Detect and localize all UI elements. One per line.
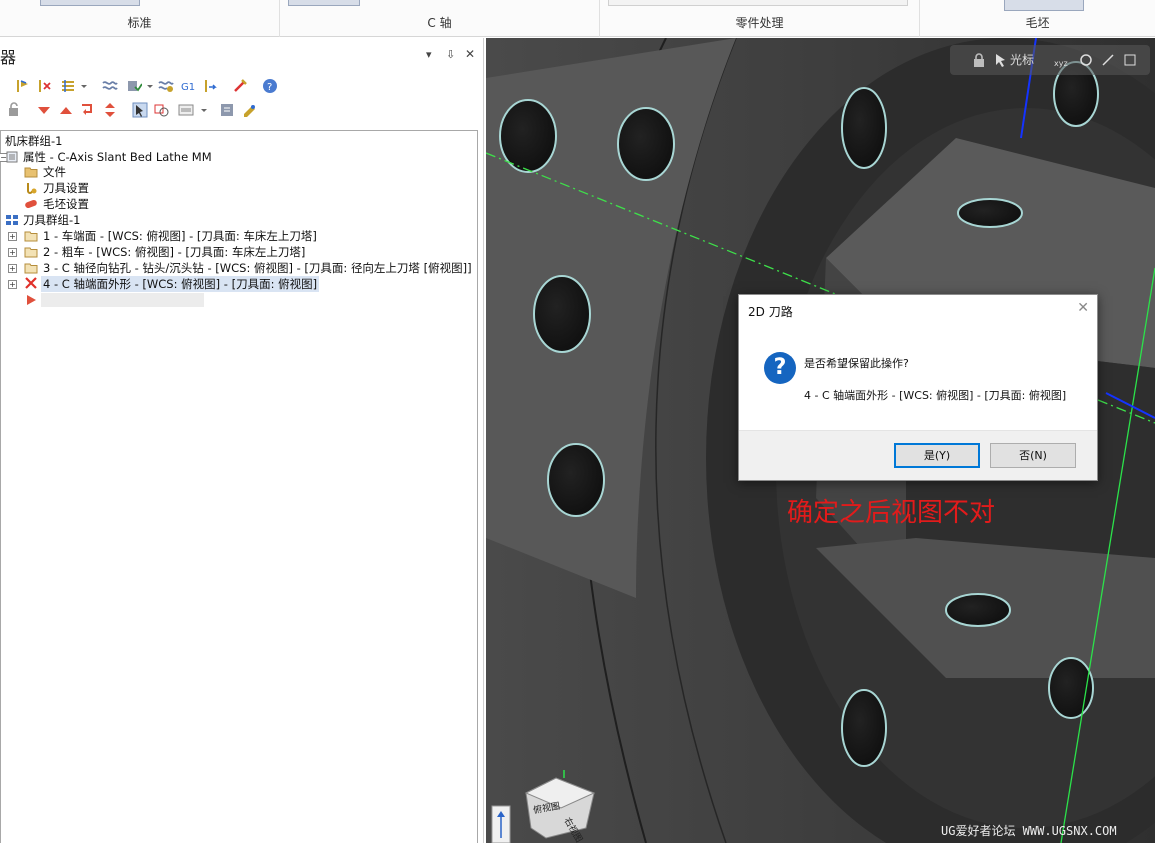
dialog-question: 是否希望保留此操作? — [804, 357, 909, 370]
ribbon-group-label: 毛坯 — [1025, 16, 1050, 30]
verify-icon[interactable] — [126, 78, 142, 94]
ribbon-group-label: 标准 — [127, 16, 152, 30]
show-selected-icon[interactable] — [132, 102, 148, 118]
select-toolpaths-icon[interactable] — [14, 78, 30, 94]
insert-position-bar — [41, 293, 204, 307]
keep-operation-dialog: 2D 刀路 ✕ ? 是否希望保留此操作? 4 - C 轴端面外形 - [WCS:… — [738, 294, 1098, 481]
question-icon: ? — [764, 352, 796, 384]
move-down-icon[interactable] — [36, 102, 52, 118]
tree-node-properties[interactable]: 属性 - C-Axis Slant Bed Lathe MM — [23, 149, 212, 165]
tree-expander[interactable]: + — [8, 264, 17, 273]
app-window: 标准 C 轴 零件处理 毛坯 器 ▾ ⇩ ✕ G1 ? 机床群组-1 − 属性 … — [0, 0, 1155, 843]
backplot-icon[interactable] — [158, 78, 174, 94]
viewport-quick-toolbar: 光标 xyz — [950, 45, 1150, 75]
stock-model-icon[interactable] — [242, 102, 258, 118]
help-icon[interactable]: ? — [262, 78, 278, 94]
dialog-close-icon[interactable]: ✕ — [1077, 300, 1089, 316]
folder-icon — [24, 263, 38, 274]
cursor-snap-icon[interactable] — [994, 52, 1008, 68]
ribbon-group-c-axis[interactable]: C 轴 — [280, 0, 600, 37]
panel-menu-button[interactable]: ▾ — [426, 48, 432, 61]
panel-pin-button[interactable]: ⇩ — [446, 48, 455, 61]
properties-icon — [6, 151, 18, 163]
svg-text:?: ? — [267, 82, 272, 93]
no-button[interactable]: 否(N) — [990, 443, 1076, 468]
tree-node-stock-settings[interactable]: 毛坯设置 — [43, 196, 89, 212]
tree-node-operation-1[interactable]: 1 - 车端面 - [WCS: 俯视图] - [刀具面: 车床左上刀塔] — [43, 228, 317, 244]
folder-icon — [24, 247, 38, 258]
snap-grid-icon[interactable] — [1122, 52, 1138, 68]
cursor-snap-label[interactable]: 光标 — [1010, 51, 1034, 68]
simulate-icon[interactable] — [102, 78, 118, 94]
tool-settings-icon — [27, 183, 37, 194]
stock-settings-icon — [25, 199, 37, 209]
panel-toolbar-row-2 — [0, 99, 300, 123]
post-output-icon[interactable] — [202, 78, 218, 94]
folder-icon — [24, 167, 38, 178]
folder-icon — [24, 231, 38, 242]
view-options-icon[interactable] — [178, 102, 198, 118]
operations-tree: 机床群组-1 − 属性 - C-Axis Slant Bed Lathe MM … — [0, 130, 478, 843]
toolpath-editor-icon[interactable] — [220, 102, 236, 118]
dropdown-arrow-icon[interactable] — [200, 102, 208, 118]
panel-toolbar-row-1: G1 ? — [0, 75, 300, 99]
g1-post-icon[interactable]: G1 — [180, 78, 196, 94]
svg-text:G1: G1 — [181, 82, 195, 93]
tree-expander[interactable]: + — [8, 232, 17, 241]
dialog-button-bar: 是(Y) 否(N) — [739, 430, 1097, 480]
tree-node-files[interactable]: 文件 — [43, 164, 66, 180]
display-toggle-icon[interactable] — [154, 102, 170, 118]
annotation-text: 确定之后视图不对 — [787, 498, 996, 528]
insert-arrow-icon — [27, 295, 36, 305]
tree-node-toolpath-group[interactable]: 刀具群组-1 — [23, 212, 80, 228]
toolpath-manager-panel: 器 ▾ ⇩ ✕ G1 ? 机床群组-1 − 属性 - C-Axis Slant … — [0, 38, 484, 843]
panel-close-button[interactable]: ✕ — [465, 47, 475, 61]
yes-button[interactable]: 是(Y) — [894, 443, 980, 468]
regenerate-icon[interactable] — [60, 78, 76, 94]
dropdown-arrow-icon[interactable] — [146, 78, 154, 94]
dialog-title: 2D 刀路 — [748, 305, 793, 319]
toolpath-group-icon — [6, 215, 18, 225]
snap-point-icon[interactable] — [1100, 52, 1116, 68]
scroll-to-insert-icon[interactable] — [102, 102, 118, 118]
tree-expander[interactable]: + — [8, 280, 17, 289]
tree-node-tool-settings[interactable]: 刀具设置 — [43, 180, 89, 196]
ribbon-group-label: C 轴 — [427, 16, 452, 30]
up-arrow-widget[interactable] — [491, 805, 511, 843]
insert-arrow-icon[interactable] — [80, 102, 96, 118]
tree-node-machine-group[interactable]: 机床群组-1 — [5, 133, 62, 149]
tree-node-operation-2[interactable]: 2 - 粗车 - [WCS: 俯视图] - [刀具面: 车床左上刀塔] — [43, 244, 305, 260]
dropdown-arrow-icon[interactable] — [80, 78, 88, 94]
tree-expander[interactable]: + — [8, 248, 17, 257]
lock-toolpath-icon[interactable] — [6, 102, 22, 118]
ribbon-group-part-processing[interactable]: 零件处理 — [600, 0, 920, 37]
panel-title: 器 — [0, 48, 17, 67]
svg-text:xyz: xyz — [1054, 59, 1068, 68]
highspeed-icon[interactable] — [232, 78, 248, 94]
xyz-coordinates-icon[interactable]: xyz — [1054, 52, 1074, 68]
move-up-icon[interactable] — [58, 102, 74, 118]
ribbon: 标准 C 轴 零件处理 毛坯 — [0, 0, 1155, 37]
watermark: UG爱好者论坛 WWW.UGSNX.COM — [941, 824, 1117, 838]
ribbon-group-label: 零件处理 — [735, 16, 784, 30]
ribbon-group-stock[interactable]: 毛坯 — [920, 0, 1155, 37]
snap-settings-icon[interactable] — [1078, 52, 1094, 68]
dialog-detail: 4 - C 轴端面外形 - [WCS: 俯视图] - [刀具面: 俯视图] — [804, 389, 1067, 402]
tree-node-operation-4[interactable]: 4 - C 轴端面外形 - [WCS: 俯视图] - [刀具面: 俯视图] — [41, 276, 320, 292]
deselect-toolpaths-icon[interactable] — [36, 78, 52, 94]
ribbon-group-standard[interactable]: 标准 — [0, 0, 280, 37]
tree-node-operation-3[interactable]: 3 - C 轴径向钻孔 - 钻头/沉头钻 - [WCS: 俯视图] - [刀具面… — [43, 260, 472, 276]
lock-icon[interactable] — [972, 52, 986, 68]
invalid-operation-icon — [25, 277, 37, 289]
